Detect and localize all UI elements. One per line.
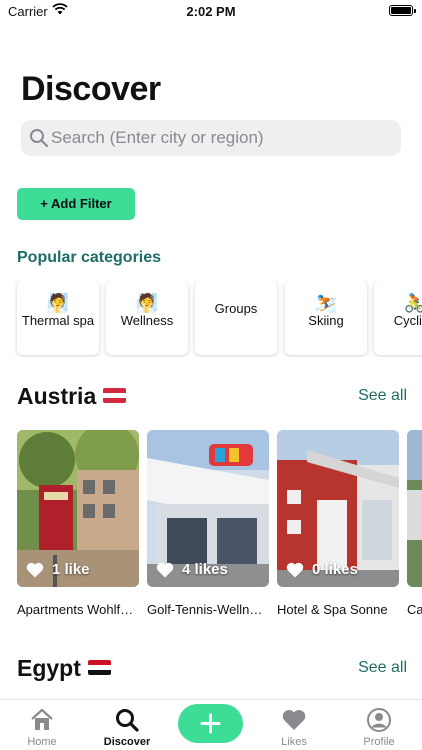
- heart-icon: [286, 562, 304, 577]
- see-all-link[interactable]: See all: [358, 659, 407, 677]
- house-icon: [31, 708, 53, 730]
- hotel-name: Ca: [407, 602, 422, 617]
- tab-label: Home: [27, 736, 57, 748]
- plus-icon: [200, 713, 221, 734]
- austria-flag-icon: [103, 388, 126, 403]
- hotel-name: Hotel & Spa Sonne: [277, 602, 388, 617]
- hotels-row: 1 like Apartments Wohlfühlgarten: [0, 430, 422, 630]
- hotel-photo[interactable]: 4 likes: [147, 430, 269, 587]
- search-icon: [30, 129, 49, 148]
- tab-label: Profile: [363, 736, 395, 748]
- battery-icon: [389, 5, 416, 16]
- see-all-link[interactable]: See all: [358, 387, 407, 405]
- heart-icon: [156, 562, 174, 577]
- tab-home[interactable]: Home: [7, 700, 77, 750]
- hotel-card[interactable]: Ca: [407, 430, 422, 617]
- region-header-egypt: Egypt See all: [17, 655, 407, 685]
- hotel-photo[interactable]: [407, 430, 422, 587]
- category-skiing[interactable]: ⛷️ Skiing: [285, 281, 367, 355]
- category-label: Cycling: [393, 313, 422, 328]
- heart-icon: [26, 562, 44, 577]
- likes-badge[interactable]: 0 likes: [286, 561, 358, 578]
- category-cycling[interactable]: 🚴 Cycling: [374, 281, 422, 355]
- hotel-card[interactable]: 0 likes Hotel & Spa Sonne: [277, 430, 399, 617]
- heart-icon: [282, 710, 306, 730]
- categories-row: 🧖 Thermal spa 🧖 Wellness Groups ⛷️ Skiin…: [0, 281, 422, 357]
- likes-count: 4 likes: [182, 561, 228, 578]
- status-bar: Carrier 2:02 PM: [0, 0, 422, 24]
- popular-categories-title: Popular categories: [17, 249, 162, 266]
- category-label: Groups: [214, 301, 258, 316]
- egypt-flag-icon: [88, 660, 111, 675]
- clock: 2:02 PM: [186, 4, 236, 19]
- cyclist-icon: 🚴: [403, 293, 422, 313]
- hotel-name: Golf-Tennis-Wellness-Hotel: [147, 602, 269, 617]
- search-bar[interactable]: [21, 120, 401, 156]
- person-in-steam-icon: 🧖: [46, 293, 70, 313]
- category-label: Skiing: [308, 313, 344, 328]
- category-label: Wellness: [120, 313, 174, 328]
- likes-badge[interactable]: 4 likes: [156, 561, 228, 578]
- hotel-photo[interactable]: 1 like: [17, 430, 139, 587]
- person-in-steam-icon: 🧖: [135, 293, 159, 313]
- region-title: Egypt: [17, 655, 81, 681]
- likes-count: 1 like: [52, 561, 90, 578]
- tab-bar: Home Discover Likes Profile: [0, 699, 422, 750]
- tab-label: Discover: [103, 736, 151, 748]
- tab-discover[interactable]: Discover: [92, 700, 162, 750]
- search-icon: [116, 709, 139, 732]
- tab-likes[interactable]: Likes: [259, 700, 329, 750]
- hotel-card[interactable]: 1 like Apartments Wohlfühlgarten: [17, 430, 139, 617]
- person-icon: [367, 708, 391, 732]
- hotel-photo[interactable]: 0 likes: [277, 430, 399, 587]
- tab-label: Likes: [281, 736, 307, 748]
- region-title: Austria: [17, 383, 97, 409]
- page-title: Discover: [21, 70, 161, 108]
- add-button[interactable]: [178, 704, 243, 743]
- likes-badge[interactable]: 1 like: [26, 561, 90, 578]
- skier-icon: ⛷️: [314, 293, 338, 313]
- add-filter-button[interactable]: + Add Filter: [17, 188, 135, 220]
- category-label: Thermal spa: [21, 313, 95, 328]
- category-wellness[interactable]: 🧖 Wellness: [106, 281, 188, 355]
- hotel-photo-image: [407, 430, 422, 587]
- likes-count: 0 likes: [312, 561, 358, 578]
- hotel-card[interactable]: 4 likes Golf-Tennis-Wellness-Hotel: [147, 430, 269, 617]
- tab-profile[interactable]: Profile: [344, 700, 414, 750]
- region-header-austria: Austria See all: [17, 383, 407, 413]
- hotel-name: Apartments Wohlfühlgarten: [17, 602, 139, 617]
- search-input[interactable]: [51, 120, 391, 156]
- category-thermal-spa[interactable]: 🧖 Thermal spa: [17, 281, 99, 355]
- category-groups[interactable]: Groups: [195, 281, 277, 355]
